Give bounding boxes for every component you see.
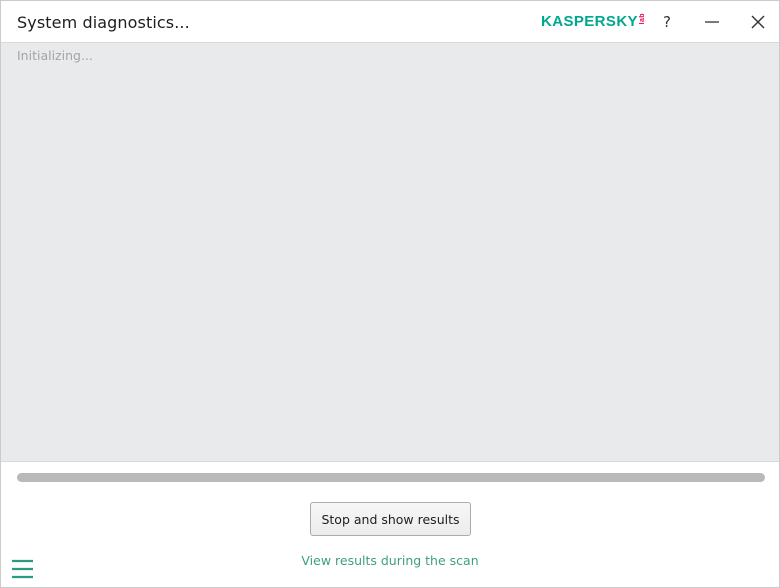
title-bar[interactable]: System diagnostics... KASPERSKYlab ? bbox=[1, 1, 779, 42]
status-text: Initializing... bbox=[17, 48, 93, 63]
stop-and-show-results-button[interactable]: Stop and show results bbox=[310, 502, 471, 536]
kaspersky-logo: KASPERSKYlab bbox=[541, 13, 647, 31]
window-title: System diagnostics... bbox=[17, 13, 190, 32]
help-button[interactable]: ? bbox=[652, 7, 682, 37]
help-icon: ? bbox=[663, 13, 671, 31]
scan-progress-fill bbox=[17, 473, 765, 482]
view-results-link[interactable]: View results during the scan bbox=[1, 553, 779, 568]
footer-panel: Stop and show results View results durin… bbox=[1, 463, 779, 587]
menu-icon bbox=[12, 559, 33, 579]
logo-lab-text: lab bbox=[638, 13, 646, 25]
menu-button[interactable] bbox=[11, 557, 35, 581]
minimize-button[interactable] bbox=[697, 7, 727, 37]
close-button[interactable] bbox=[743, 7, 773, 37]
logo-text: KASPERSKY bbox=[541, 13, 638, 30]
scan-content-area: Initializing... bbox=[1, 42, 779, 462]
diagnostics-window: System diagnostics... KASPERSKYlab ? Ini… bbox=[0, 0, 780, 588]
close-icon bbox=[751, 15, 765, 29]
scan-progress-bar bbox=[17, 473, 765, 482]
minimize-icon bbox=[705, 21, 719, 23]
